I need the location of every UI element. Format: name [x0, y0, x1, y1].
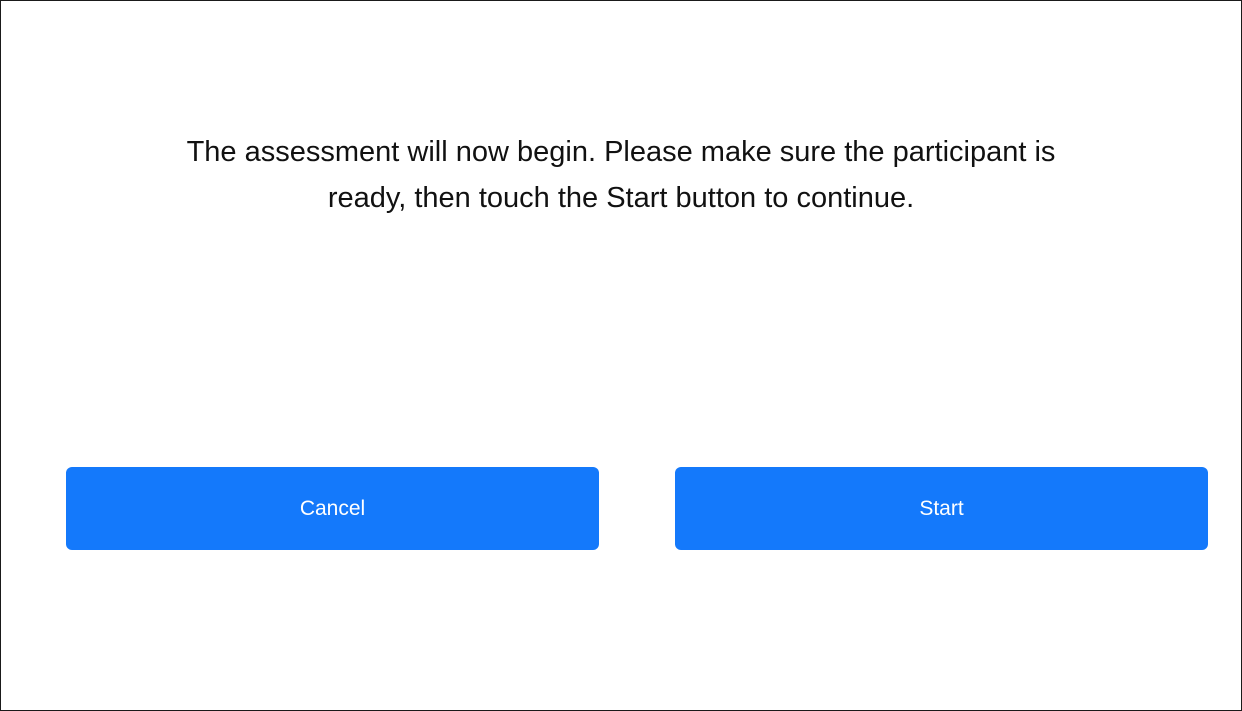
- instruction-line-2: ready, then touch the Start button to co…: [327, 182, 915, 214]
- start-button-label: Start: [919, 496, 964, 520]
- assessment-start-screen: The assessment will now begin. Please ma…: [0, 0, 1242, 711]
- instruction-line-1: The assessment will now begin. Please ma…: [186, 136, 1056, 168]
- start-button[interactable]: Start: [675, 467, 1208, 550]
- cancel-button[interactable]: Cancel: [66, 467, 599, 550]
- instruction-message: The assessment will now begin. Please ma…: [1, 129, 1241, 221]
- cancel-button-label: Cancel: [299, 496, 366, 520]
